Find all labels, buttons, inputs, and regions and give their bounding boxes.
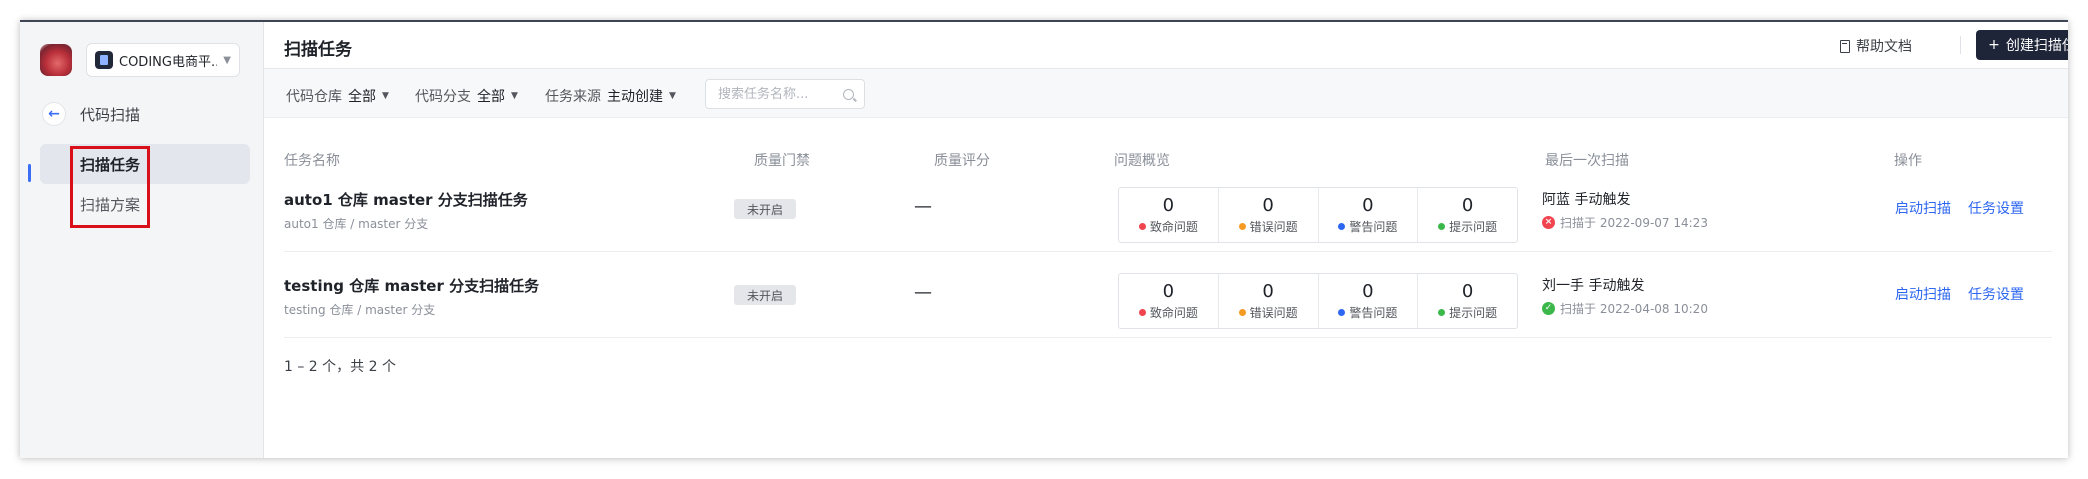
sidebar: CODING电商平... ▼ ← 代码扫描 扫描任务 扫描方案 xyxy=(20,22,264,458)
task-repo-branch: auto1 仓库 / master 分支 xyxy=(284,217,429,231)
quality-gate-badge: 未开启 xyxy=(734,285,796,305)
issue-label: 错误问题 xyxy=(1249,219,1298,234)
arrow-left-icon[interactable]: ← xyxy=(42,102,66,126)
filter-label: 代码分支 xyxy=(415,89,471,105)
filter-repo[interactable]: 代码仓库 全部 ▼ xyxy=(286,86,389,106)
filter-value: 全部 xyxy=(477,89,505,105)
main-content: 扫描任务 帮助文档 + 创建扫描任务 代码仓库 全部 ▼ 代码分支 全部 ▼ xyxy=(264,22,2068,458)
user-avatar[interactable] xyxy=(40,44,72,76)
green-dot-icon xyxy=(1438,222,1446,230)
page-title: 扫描任务 xyxy=(284,40,352,60)
create-scan-task-button[interactable]: + 创建扫描任务 xyxy=(1976,30,2068,60)
issue-label: 警告问题 xyxy=(1349,219,1398,234)
issue-hint: 0 提示问题 xyxy=(1418,274,1517,328)
last-scan-time: ✓ 扫描于 2022-04-08 10:20 xyxy=(1542,300,1708,317)
search-icon xyxy=(843,88,854,100)
pagination-summary: 1 – 2 个，共 2 个 xyxy=(284,359,396,375)
help-docs-link[interactable]: 帮助文档 xyxy=(1840,36,1912,56)
active-indicator xyxy=(28,164,31,182)
issue-fatal: 0 致命问题 xyxy=(1119,274,1219,328)
quality-gate-badge: 未开启 xyxy=(734,199,796,219)
issue-count: 0 xyxy=(1362,280,1374,302)
task-name[interactable]: auto1 仓库 master 分支扫描任务 xyxy=(284,189,528,210)
document-icon xyxy=(1840,39,1850,53)
blue-dot-icon xyxy=(1338,222,1346,230)
help-docs-label: 帮助文档 xyxy=(1856,39,1912,55)
scan-time-label: 扫描于 2022-04-08 10:20 xyxy=(1560,302,1708,316)
start-scan-button[interactable]: 启动扫描 xyxy=(1895,198,1951,218)
red-dot-icon xyxy=(1138,222,1146,230)
issue-count: 0 xyxy=(1162,280,1175,302)
issue-count: 0 xyxy=(1262,280,1274,302)
back-nav[interactable]: ← 代码扫描 xyxy=(42,102,140,126)
blue-dot-icon xyxy=(1338,308,1346,316)
error-status-icon: × xyxy=(1542,216,1555,229)
task-settings-button[interactable]: 任务设置 xyxy=(1968,284,2024,304)
header-divider xyxy=(1960,36,1961,54)
caret-down-icon: ▼ xyxy=(382,91,389,101)
sidebar-item-label: 扫描任务 xyxy=(80,155,141,174)
red-dot-icon xyxy=(1138,308,1146,316)
quality-score: — xyxy=(914,196,932,217)
issue-warning: 0 警告问题 xyxy=(1319,274,1419,328)
last-scan-time: × 扫描于 2022-09-07 14:23 xyxy=(1542,214,1708,231)
issue-count: 0 xyxy=(1262,194,1274,216)
table-row: testing 仓库 master 分支扫描任务 testing 仓库 / ma… xyxy=(284,251,2052,338)
scan-time-label: 扫描于 2022-09-07 14:23 xyxy=(1560,216,1708,230)
success-check-icon: ✓ xyxy=(1542,302,1555,315)
last-scan-trigger: 阿蓝 手动触发 xyxy=(1542,192,1631,208)
task-settings-button[interactable]: 任务设置 xyxy=(1968,198,2024,218)
issue-label: 警告问题 xyxy=(1349,305,1398,320)
filter-bar: 代码仓库 全部 ▼ 代码分支 全部 ▼ 任务来源 主动创建 ▼ xyxy=(264,69,2068,118)
start-scan-button[interactable]: 启动扫描 xyxy=(1895,284,1951,304)
issue-count: 0 xyxy=(1461,280,1474,302)
filter-value: 主动创建 xyxy=(607,89,663,105)
issue-label: 提示问题 xyxy=(1449,219,1498,234)
chevron-down-icon: ▼ xyxy=(223,54,231,66)
filter-label: 任务来源 xyxy=(545,89,601,105)
search-box[interactable] xyxy=(705,79,865,109)
filter-source[interactable]: 任务来源 主动创建 ▼ xyxy=(545,86,676,106)
create-button-label: 创建扫描任务 xyxy=(2005,38,2068,54)
project-selector[interactable]: CODING电商平... ▼ xyxy=(86,43,240,77)
search-input[interactable] xyxy=(716,85,840,103)
caret-down-icon: ▼ xyxy=(669,91,676,101)
issue-warning: 0 警告问题 xyxy=(1319,188,1419,242)
task-name[interactable]: testing 仓库 master 分支扫描任务 xyxy=(284,275,539,296)
issue-label: 致命问题 xyxy=(1149,219,1198,234)
quality-score: — xyxy=(914,282,932,303)
filter-label: 代码仓库 xyxy=(286,89,342,105)
orange-dot-icon xyxy=(1238,308,1246,316)
app-window: CODING电商平... ▼ ← 代码扫描 扫描任务 扫描方案 扫描任务 帮助文… xyxy=(20,20,2068,458)
issue-count: 0 xyxy=(1362,194,1374,216)
task-repo-branch: testing 仓库 / master 分支 xyxy=(284,303,436,317)
table-row: auto1 仓库 master 分支扫描任务 auto1 仓库 / master… xyxy=(284,165,2052,252)
orange-dot-icon xyxy=(1238,222,1246,230)
sidebar-item-scan-tasks[interactable]: 扫描任务 xyxy=(40,144,250,184)
issue-fatal: 0 致命问题 xyxy=(1119,188,1219,242)
issue-count: 0 xyxy=(1162,194,1175,216)
issue-hint: 0 提示问题 xyxy=(1418,188,1517,242)
back-label: 代码扫描 xyxy=(80,105,141,124)
plus-icon: + xyxy=(1988,37,2000,53)
issue-overview[interactable]: 0 致命问题 0 错误问题 0 警告问题 0 提示问题 xyxy=(1118,187,1518,243)
green-dot-icon xyxy=(1438,308,1446,316)
issue-label: 致命问题 xyxy=(1149,305,1198,320)
filter-branch[interactable]: 代码分支 全部 ▼ xyxy=(415,86,518,106)
issue-count: 0 xyxy=(1461,194,1474,216)
sidebar-item-label: 扫描方案 xyxy=(80,195,141,214)
filter-value: 全部 xyxy=(348,89,376,105)
project-name: CODING电商平... xyxy=(119,54,218,70)
issue-label: 错误问题 xyxy=(1249,305,1298,320)
issue-error: 0 错误问题 xyxy=(1219,274,1319,328)
issue-label: 提示问题 xyxy=(1449,305,1498,320)
caret-down-icon: ▼ xyxy=(511,91,518,101)
page-header: 扫描任务 帮助文档 + 创建扫描任务 xyxy=(264,22,2068,69)
project-icon xyxy=(95,51,113,69)
sidebar-item-scan-plans[interactable]: 扫描方案 xyxy=(40,184,250,224)
issue-error: 0 错误问题 xyxy=(1219,188,1319,242)
last-scan-trigger: 刘一手 手动触发 xyxy=(1542,278,1645,294)
issue-overview[interactable]: 0 致命问题 0 错误问题 0 警告问题 0 提示问题 xyxy=(1118,273,1518,329)
